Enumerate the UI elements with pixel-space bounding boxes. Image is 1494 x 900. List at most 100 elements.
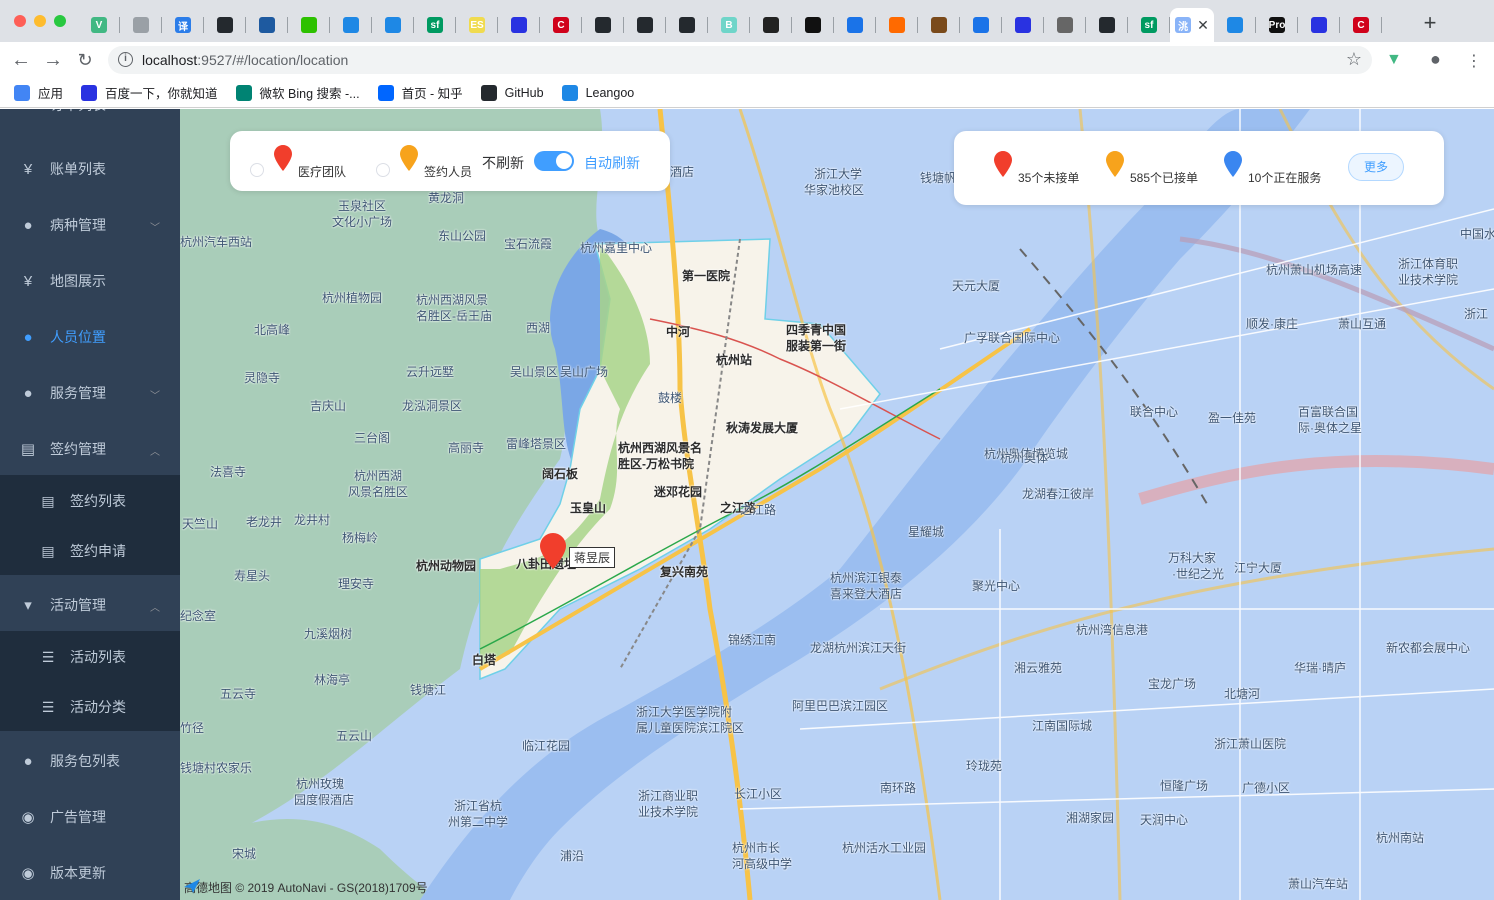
- signed-staff-radio[interactable]: [376, 163, 390, 177]
- sidebar-item[interactable]: ● 病种管理 ﹀: [0, 197, 180, 253]
- url-text[interactable]: localhost:9527/#/location/location: [142, 52, 348, 68]
- bookmark-star-icon[interactable]: ☆: [1346, 49, 1362, 70]
- address-toolbar: ← → ↻ i localhost:9527/#/location/locati…: [0, 42, 1494, 78]
- browser-menu-icon[interactable]: ⋮: [1466, 51, 1482, 71]
- map-view[interactable]: 玉泉社区 文化小广场 黄龙洞 东山公园 宝石流霞 杭州嘉里中心 酒店 杭州汽车西站 杭州植物园杭…: [180, 109, 1494, 900]
- browser-tab[interactable]: [960, 8, 1002, 42]
- browser-tab[interactable]: [918, 8, 960, 42]
- minimize-window-button[interactable]: [34, 15, 46, 27]
- close-tab-icon[interactable]: ✕: [1197, 17, 1209, 34]
- sidebar-subitem[interactable]: ☰ 活动列表: [0, 632, 180, 682]
- browser-tab[interactable]: ES: [456, 8, 498, 42]
- vue-devtools-icon[interactable]: ▼: [1386, 51, 1402, 69]
- new-tab-button[interactable]: +: [1418, 12, 1442, 36]
- reload-icon[interactable]: ↻: [74, 49, 96, 71]
- sidebar-item[interactable]: ● 服务管理 ﹀: [0, 365, 180, 421]
- hexagon-icon: [1227, 17, 1243, 33]
- map-place-label: 杭州萧山机场高速: [1266, 263, 1363, 277]
- bookmark-item[interactable]: Leangoo: [561, 84, 634, 101]
- browser-tab[interactable]: V: [78, 8, 120, 42]
- sidebar-subitem[interactable]: ▤ 签约列表: [0, 476, 180, 526]
- browser-tab[interactable]: sf: [414, 8, 456, 42]
- person-location-marker[interactable]: [540, 533, 566, 569]
- browser-tab[interactable]: [876, 8, 918, 42]
- pro-icon: Pro: [1269, 17, 1285, 33]
- blue-pin-icon: [1224, 151, 1242, 177]
- map-place-label: 宝龙广场: [1148, 677, 1197, 691]
- map-place-label: 新农都会展中心: [1386, 641, 1471, 655]
- bookmark-item[interactable]: 应用: [14, 83, 63, 102]
- browser-tab[interactable]: C: [540, 8, 582, 42]
- profile-avatar-icon[interactable]: ●: [1430, 49, 1441, 70]
- address-bar[interactable]: i localhost:9527/#/location/location ☆: [108, 46, 1372, 74]
- browser-tab[interactable]: [792, 8, 834, 42]
- sidebar-item[interactable]: ▤ 签约管理 ︿: [0, 421, 180, 477]
- sidebar-item[interactable]: ● 服务包列表: [0, 733, 180, 789]
- person-name-label[interactable]: 蒋昱辰: [569, 547, 616, 568]
- map-place-label: 河高级中学: [732, 857, 793, 871]
- cart-icon: ▾: [24, 597, 32, 614]
- browser-tab[interactable]: [372, 8, 414, 42]
- browser-tab[interactable]: 译: [162, 8, 204, 42]
- auto-refresh-switch[interactable]: [534, 151, 574, 171]
- map-place-label: 风景名胜区: [348, 485, 409, 499]
- sidebar-item-label: 人员位置: [50, 329, 106, 345]
- sidebar-subitem[interactable]: ▤ 签约申请: [0, 526, 180, 576]
- map-place-label: 杭州活水工业园: [842, 841, 927, 855]
- browser-tab[interactable]: C: [1340, 8, 1382, 42]
- sidebar-item[interactable]: ▾ 活动管理 ︿: [0, 577, 180, 633]
- auto-refresh-label[interactable]: 自动刷新: [584, 153, 640, 173]
- sidebar-subitem[interactable]: ☰ 活动分类: [0, 682, 180, 732]
- browser-tab[interactable]: [666, 8, 708, 42]
- browser-tab[interactable]: [582, 8, 624, 42]
- browser-tab[interactable]: [330, 8, 372, 42]
- browser-tab[interactable]: [1002, 8, 1044, 42]
- filter-panel: 医疗团队 签约人员 不刷新 自动刷新: [230, 131, 670, 191]
- sidebar-item[interactable]: ¥ 地图展示: [0, 253, 180, 309]
- info-icon[interactable]: i: [118, 52, 133, 67]
- browser-tab[interactable]: [1044, 8, 1086, 42]
- browser-tab[interactable]: [750, 8, 792, 42]
- browser-tab[interactable]: [204, 8, 246, 42]
- medical-team-radio[interactable]: [250, 163, 264, 177]
- close-window-button[interactable]: [14, 15, 26, 27]
- back-arrow-icon[interactable]: ←: [10, 49, 32, 71]
- es-icon: ES: [469, 17, 485, 33]
- sidebar-item[interactable]: ≡ 订单列表: [0, 109, 180, 133]
- sidebar-menu: ≡ 订单列表 ¥ 账单列表 ● 病种管理 ﹀ ¥ 地图展示 ● 人员位置 ● 服务管理 ﹀ ▤ 签约管理 ︿ ▾ 活…: [0, 109, 180, 900]
- map-place-label: 浙江: [1464, 307, 1489, 321]
- bookmark-item[interactable]: 百度一下，你就知道: [81, 83, 218, 102]
- sidebar-item[interactable]: ● 人员位置: [0, 309, 180, 365]
- document-icon: [133, 17, 149, 33]
- maximize-window-button[interactable]: [54, 15, 66, 27]
- map-place-label: 天竺山: [182, 517, 219, 531]
- browser-tab[interactable]: [1086, 8, 1128, 42]
- browser-tab[interactable]: [1214, 8, 1256, 42]
- baidu-paw-icon: [1311, 17, 1327, 33]
- browser-tab[interactable]: B: [708, 8, 750, 42]
- forward-arrow-icon[interactable]: →: [42, 49, 64, 71]
- browser-tab[interactable]: [1298, 8, 1340, 42]
- bookmark-item[interactable]: GitHub: [480, 84, 544, 101]
- bookmark-item[interactable]: 微软 Bing 搜索 -...: [235, 83, 360, 102]
- browser-tab[interactable]: [624, 8, 666, 42]
- browser-tab[interactable]: [120, 8, 162, 42]
- github-icon: [480, 84, 497, 101]
- sidebar-item[interactable]: ◉ 版本更新: [0, 845, 180, 900]
- map-place-label: 聚光中心: [972, 579, 1021, 593]
- browser-tab[interactable]: 洮 ✕: [1170, 8, 1214, 42]
- globe-icon: ◉: [21, 809, 35, 826]
- browser-tab[interactable]: [288, 8, 330, 42]
- map-place-label: 云升远墅: [406, 365, 455, 379]
- bookmark-item[interactable]: 首页 - 知乎: [377, 83, 463, 102]
- browser-tab[interactable]: sf: [1128, 8, 1170, 42]
- sidebar-item[interactable]: ◉ 广告管理: [0, 789, 180, 845]
- more-button[interactable]: 更多: [1348, 153, 1404, 181]
- map-place-label: 浙江萧山医院: [1214, 737, 1287, 751]
- sidebar-item[interactable]: ¥ 账单列表: [0, 141, 180, 197]
- browser-tab[interactable]: [246, 8, 288, 42]
- browser-tab[interactable]: Pro: [1256, 8, 1298, 42]
- browser-tab[interactable]: [498, 8, 540, 42]
- browser-tab[interactable]: [834, 8, 876, 42]
- no-refresh-label[interactable]: 不刷新: [482, 153, 524, 173]
